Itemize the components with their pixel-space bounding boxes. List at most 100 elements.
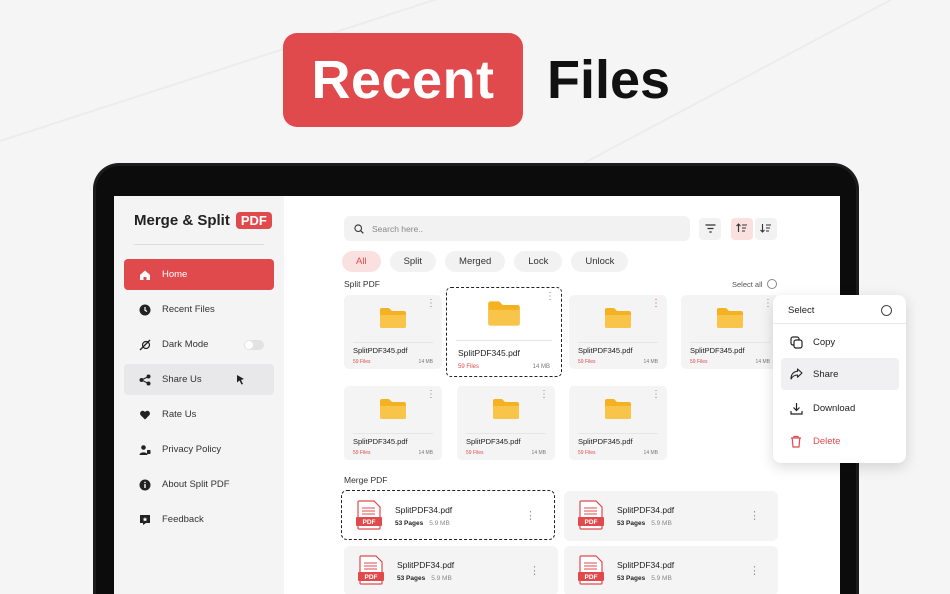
folder-card[interactable]: ⋮ SplitPDF345.pdf 59 Files 14 MB — [569, 295, 667, 369]
dark-mode-toggle[interactable] — [244, 340, 264, 350]
file-count: 59 Files — [690, 359, 708, 365]
pdf-file-card-selected[interactable]: PDF SplitPDF34.pdf 53 Pages 5.9 MB ⋮ — [341, 490, 555, 540]
chip-unlock[interactable]: Unlock — [571, 251, 629, 272]
folder-meta: 59 Files 14 MB — [353, 359, 433, 365]
sidebar-item-share-us[interactable]: Share Us — [124, 364, 274, 395]
sidebar-item-label: Privacy Policy — [162, 444, 222, 455]
menu-item-label: Copy — [813, 336, 836, 348]
app-tag: PDF — [235, 212, 272, 229]
pdf-file-card[interactable]: PDF SplitPDF34.pdf 53 Pages 5.9 MB ⋮ — [564, 491, 778, 541]
download-icon — [789, 401, 803, 415]
more-options-icon[interactable]: ⋮ — [749, 509, 760, 522]
more-options-icon[interactable]: ⋮ — [529, 564, 540, 577]
section-title: Split PDF — [344, 279, 380, 289]
more-options-icon[interactable]: ⋮ — [539, 390, 549, 400]
sidebar-item-dark-mode[interactable]: Dark Mode — [124, 329, 274, 360]
folder-icon — [492, 398, 520, 425]
folder-meta: 59 Files 14 MB — [458, 364, 550, 370]
chip-split[interactable]: Split — [389, 251, 437, 272]
sort-ascending-button[interactable] — [731, 218, 753, 240]
folder-card[interactable]: ⋮ SplitPDF345.pdf 59 Files 14 MB — [457, 386, 555, 460]
file-name: SplitPDF34.pdf — [617, 505, 675, 515]
folder-name: SplitPDF345.pdf — [353, 346, 408, 355]
sidebar-item-privacy-policy[interactable]: Privacy Policy — [124, 434, 274, 465]
folder-meta: 59 Files 14 MB — [578, 450, 658, 456]
page-count: 53 Pages — [397, 575, 426, 582]
folder-card[interactable]: ⋮ SplitPDF345.pdf 59 Files 14 MB — [344, 386, 442, 460]
chip-lock[interactable]: Lock — [514, 251, 563, 272]
menu-item-download[interactable]: Download — [781, 392, 899, 424]
more-options-icon[interactable]: ⋮ — [651, 299, 661, 309]
more-options-icon[interactable]: ⋮ — [651, 390, 661, 400]
folder-meta: 59 Files 14 MB — [466, 450, 546, 456]
more-options-icon[interactable]: ⋮ — [426, 390, 436, 400]
search-bar[interactable]: Search here.. — [344, 216, 690, 241]
divider — [134, 244, 264, 245]
menu-item-label: Download — [813, 402, 856, 414]
pdf-file-card[interactable]: PDF SplitPDF34.pdf 53 Pages 5.9 MB ⋮ — [344, 546, 558, 594]
filter-icon — [705, 220, 716, 238]
divider — [466, 433, 546, 434]
file-count: 59 Files — [578, 359, 596, 365]
file-size: 14 MB — [532, 364, 550, 370]
sidebar-item-about[interactable]: About Split PDF — [124, 469, 274, 500]
trash-icon — [789, 434, 803, 448]
mouse-cursor-icon — [236, 374, 246, 388]
copy-icon — [789, 335, 803, 349]
folder-name: SplitPDF345.pdf — [578, 437, 633, 446]
pdf-file-icon: PDF — [578, 555, 604, 590]
file-size: 14 MB — [755, 359, 770, 365]
folder-card-selected[interactable]: ⋮ SplitPDF345.pdf 59 Files 14 MB — [446, 287, 562, 377]
select-all-toggle[interactable]: Select all — [732, 279, 778, 289]
sidebar-item-label: About Split PDF — [162, 479, 230, 490]
more-options-icon[interactable]: ⋮ — [763, 299, 773, 309]
chip-merged[interactable]: Merged — [445, 251, 506, 272]
chip-all[interactable]: All — [342, 251, 381, 272]
sidebar-item-label: Rate Us — [162, 409, 197, 420]
file-size: 5.9 MB — [429, 520, 450, 527]
folder-card[interactable]: ⋮ SplitPDF345.pdf 59 Files 14 MB — [344, 295, 442, 369]
page-count: 53 Pages — [617, 575, 646, 582]
menu-header: Select — [788, 305, 892, 316]
pdf-file-card[interactable]: PDF SplitPDF34.pdf 53 Pages 5.9 MB ⋮ — [564, 546, 778, 594]
select-all-radio[interactable] — [767, 279, 778, 289]
divider — [773, 323, 906, 324]
sidebar-item-home[interactable]: Home — [124, 259, 274, 290]
sidebar-item-rate-us[interactable]: Rate Us — [124, 399, 274, 430]
headline-highlight: Recent — [283, 33, 523, 127]
folder-meta: 59 Files 14 MB — [690, 359, 770, 365]
file-count: 59 Files — [353, 359, 371, 365]
file-name: SplitPDF34.pdf — [617, 560, 675, 570]
filter-button[interactable] — [699, 218, 721, 240]
more-options-icon[interactable]: ⋮ — [749, 564, 760, 577]
file-size: 5.9 MB — [651, 520, 672, 527]
file-info: 53 Pages 5.9 MB — [395, 520, 450, 527]
file-info: 53 Pages 5.9 MB — [617, 575, 672, 582]
menu-item-delete[interactable]: Delete — [781, 425, 899, 457]
select-radio[interactable] — [881, 305, 892, 316]
svg-text:PDF: PDF — [585, 574, 598, 581]
home-icon — [138, 268, 151, 281]
sidebar-item-label: Recent Files — [162, 304, 215, 315]
sidebar-item-feedback[interactable]: Feedback — [124, 504, 274, 535]
more-options-icon[interactable]: ⋮ — [426, 299, 436, 309]
sidebar-item-recent-files[interactable]: Recent Files — [124, 294, 274, 325]
file-size: 14 MB — [418, 359, 433, 365]
folder-icon — [379, 307, 407, 334]
folder-card[interactable]: ⋮ SplitPDF345.pdf 59 Files 14 MB — [569, 386, 667, 460]
folder-card[interactable]: ⋮ SplitPDF345.pdf 59 Files 14 MB — [681, 295, 779, 369]
file-info: 53 Pages 5.9 MB — [617, 520, 672, 527]
file-size: 14 MB — [643, 359, 658, 365]
file-size: 14 MB — [643, 450, 658, 456]
more-options-icon[interactable]: ⋮ — [545, 292, 555, 302]
more-options-icon[interactable]: ⋮ — [525, 509, 536, 522]
svg-text:PDF: PDF — [363, 519, 376, 526]
sort-descending-button[interactable] — [755, 218, 777, 240]
sidebar-item-label: Share Us — [162, 374, 202, 385]
menu-item-share[interactable]: Share — [781, 358, 899, 390]
feedback-icon — [138, 513, 151, 526]
info-icon — [138, 478, 151, 491]
sidebar-item-label: Feedback — [162, 514, 204, 525]
menu-item-copy[interactable]: Copy — [781, 326, 899, 358]
sidebar-item-label: Home — [162, 269, 188, 280]
